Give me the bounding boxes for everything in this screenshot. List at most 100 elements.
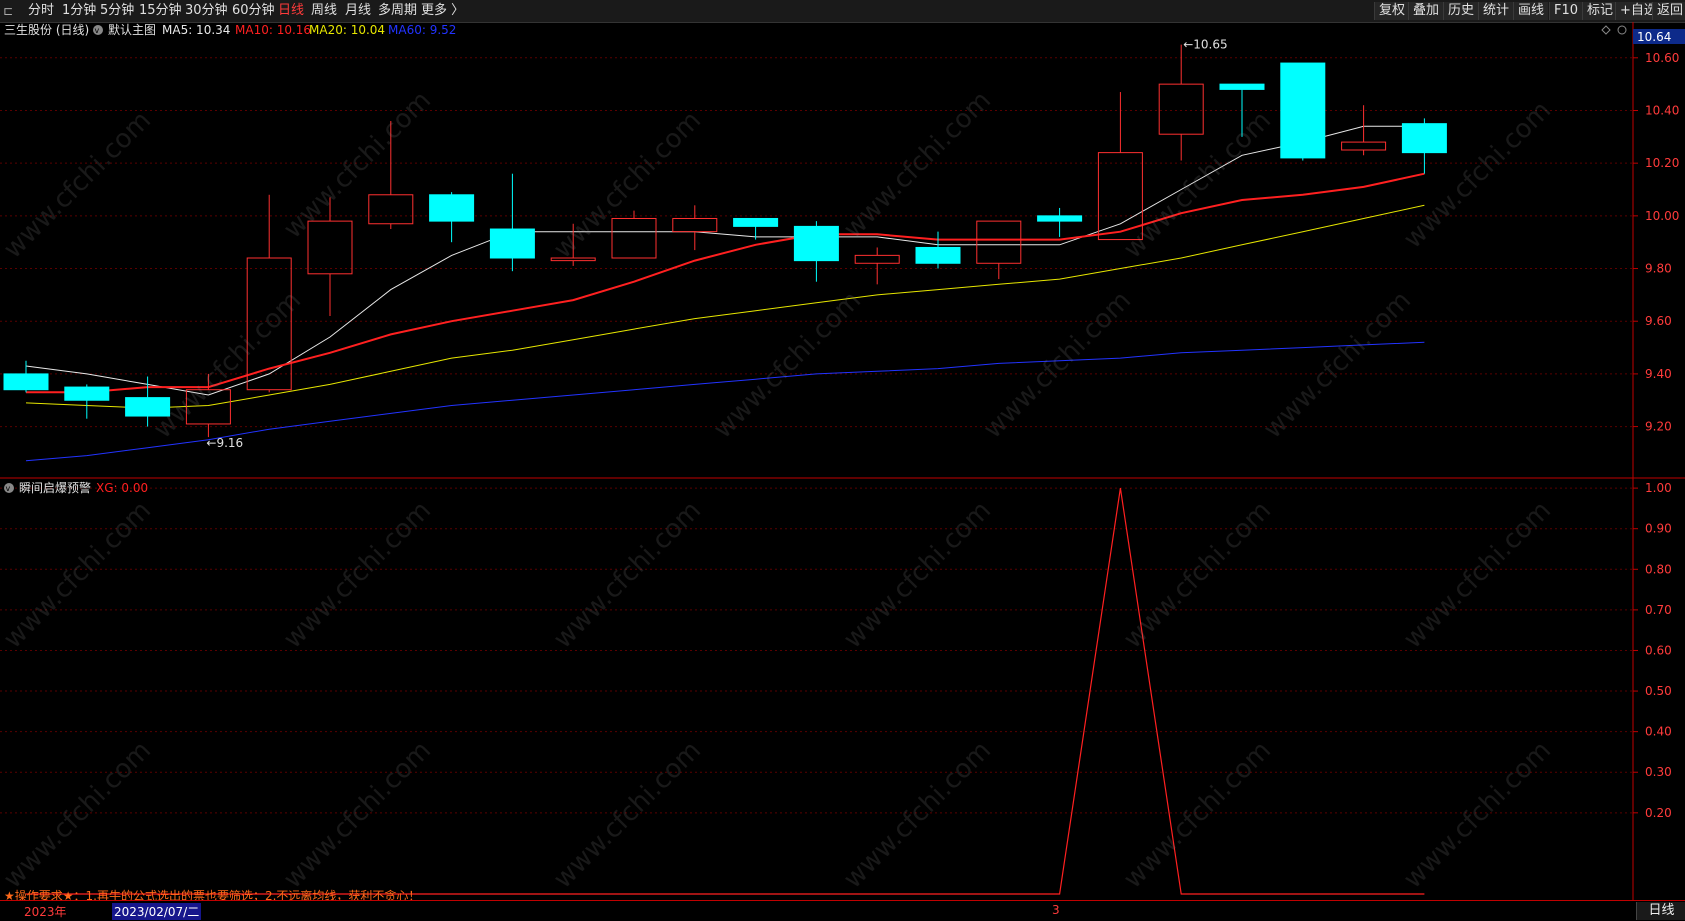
- ind-tick-6: 0.80: [1645, 562, 1672, 576]
- toolbar-right-2[interactable]: 历史: [1443, 2, 1479, 20]
- toolbar-right-3[interactable]: 统计: [1478, 2, 1514, 20]
- candle-body-10: [611, 217, 657, 259]
- candle-body-6: [368, 194, 414, 225]
- candle-10[interactable]: [611, 210, 657, 259]
- candle-23[interactable]: [1401, 118, 1447, 174]
- indicator-toggle[interactable]: v: [4, 483, 14, 493]
- toolbar-item-5[interactable]: 60分钟: [232, 2, 275, 20]
- candle-5[interactable]: [307, 197, 353, 316]
- toolbar-item-2[interactable]: 5分钟: [100, 2, 134, 20]
- candle-body-15: [915, 246, 961, 264]
- candle-body-7: [429, 194, 475, 222]
- candle-0[interactable]: [3, 360, 49, 393]
- candle-body-5: [307, 220, 353, 275]
- ma20-legend: MA20: 10.04: [309, 23, 385, 37]
- toolbar-item-1[interactable]: 1分钟: [62, 2, 96, 20]
- ma-line-ma10: [26, 172, 1425, 394]
- ind-tick-2: 0.40: [1645, 725, 1672, 739]
- period-tab[interactable]: 日线: [1636, 902, 1685, 920]
- ind-tick-4: 0.60: [1645, 643, 1672, 657]
- candle-body-16: [976, 220, 1022, 264]
- candle-8[interactable]: [489, 173, 535, 272]
- ma-line-ma5: [25, 125, 1425, 396]
- candle-17[interactable]: [1037, 207, 1083, 237]
- diamond-icon[interactable]: [1601, 25, 1611, 35]
- price-tick-3: 9.80: [1645, 262, 1672, 276]
- circle-icon[interactable]: [1617, 25, 1627, 35]
- toolbar-right-5[interactable]: F10: [1549, 2, 1583, 20]
- price-tick-6: 10.40: [1645, 103, 1679, 117]
- menu-collapse-icon[interactable]: ⊏: [3, 2, 13, 20]
- toolbar-item-0[interactable]: 分时: [28, 2, 54, 20]
- candle-16[interactable]: [976, 220, 1022, 280]
- candle-body-2: [125, 397, 171, 417]
- price-tick-1: 9.40: [1645, 367, 1672, 381]
- candle-body-11: [672, 217, 718, 233]
- svg-text:v: v: [6, 484, 11, 493]
- ind-tick-3: 0.50: [1645, 684, 1672, 698]
- candle-4[interactable]: [246, 194, 292, 393]
- candlestick-series: [3, 44, 1447, 438]
- low-price-marker: ←9.16: [206, 436, 243, 450]
- candle-13[interactable]: [793, 221, 839, 282]
- ind-tick-7: 0.90: [1645, 522, 1672, 536]
- candle-body-21: [1280, 62, 1326, 159]
- period-toolbar: ⊏ 分时 1分钟 5分钟 15分钟 30分钟 60分钟 日线 周线 月线 多周期 更多 〉 复权 叠加…: [0, 0, 1685, 23]
- toolbar-item-8[interactable]: 月线: [345, 2, 371, 20]
- candle-7[interactable]: [429, 192, 475, 243]
- indicator-axis: 0.20 0.30 0.40 0.50 0.60 0.70 0.80 0.90 1.00: [1633, 481, 1672, 820]
- svg-text:v: v: [95, 26, 100, 35]
- ind-tick-5: 0.70: [1645, 603, 1672, 617]
- toolbar-right-6[interactable]: 标记: [1582, 2, 1618, 20]
- ind-tick-8: 1.00: [1645, 481, 1672, 495]
- candle-1[interactable]: [64, 384, 110, 419]
- moving-average-lines: [25, 125, 1425, 462]
- candle-9[interactable]: [550, 223, 596, 266]
- toolbar-right-8[interactable]: 返回: [1652, 2, 1685, 20]
- candle-2[interactable]: [125, 376, 171, 427]
- ind-tick-0: 0.20: [1645, 806, 1672, 820]
- toolbar-right-1[interactable]: 叠加: [1408, 2, 1444, 20]
- candle-body-17: [1037, 215, 1083, 222]
- candle-body-19: [1158, 83, 1204, 135]
- candle-15[interactable]: [915, 231, 961, 269]
- candle-body-9: [550, 257, 596, 262]
- month-label: 3: [1052, 903, 1060, 917]
- price-tick-2: 9.60: [1645, 314, 1672, 328]
- toolbar-item-4[interactable]: 30分钟: [185, 2, 228, 20]
- date-axis-bar: 2023年 2023/02/07/二 3: [0, 900, 1685, 921]
- candle-18[interactable]: [1097, 92, 1143, 241]
- ma-line-ma20: [25, 204, 1425, 409]
- toolbar-item-6[interactable]: 日线: [278, 2, 304, 20]
- candle-21[interactable]: [1280, 62, 1326, 161]
- toolbar-right-0[interactable]: 复权: [1374, 2, 1410, 20]
- indicator-name[interactable]: 瞬间启爆预警: [19, 480, 91, 495]
- price-tick-5: 10.20: [1645, 156, 1679, 170]
- price-tick-4: 10.00: [1645, 209, 1679, 223]
- toolbar-item-3[interactable]: 15分钟: [139, 2, 182, 20]
- candle-19[interactable]: [1158, 44, 1204, 161]
- candle-body-23: [1401, 123, 1447, 154]
- stock-name-label: 三生股份 (日线): [4, 23, 89, 37]
- high-price-marker: ←10.65: [1183, 38, 1227, 52]
- candle-body-14: [854, 254, 900, 264]
- candle-6[interactable]: [368, 121, 414, 230]
- template-label[interactable]: 默认主图: [108, 22, 156, 37]
- year-label: 2023年: [24, 905, 67, 919]
- toolbar-item-10[interactable]: 更多 〉: [421, 2, 464, 20]
- price-tick-0: 9.20: [1645, 420, 1672, 434]
- candle-body-22: [1341, 141, 1387, 151]
- toolbar-item-7[interactable]: 周线: [311, 2, 337, 20]
- ma10-legend: MA10: 10.16: [235, 23, 311, 37]
- price-tick-7: 10.60: [1645, 51, 1679, 65]
- current-price-value: 10.64: [1637, 30, 1671, 44]
- ind-tick-1: 0.30: [1645, 765, 1672, 779]
- candle-body-0: [3, 373, 49, 391]
- toolbar-item-9[interactable]: 多周期: [378, 2, 417, 20]
- candle-14[interactable]: [854, 247, 900, 285]
- candle-11[interactable]: [672, 205, 718, 251]
- toolbar-right-4[interactable]: 画线: [1513, 2, 1549, 20]
- ma60-legend: MA60: 9.52: [388, 23, 456, 37]
- template-toggle[interactable]: v: [93, 25, 103, 35]
- kline-chart-area[interactable]: 9.20 9.40 9.60 9.80 10.00 10.20 10.40 10.60 0.2…: [0, 22, 1685, 900]
